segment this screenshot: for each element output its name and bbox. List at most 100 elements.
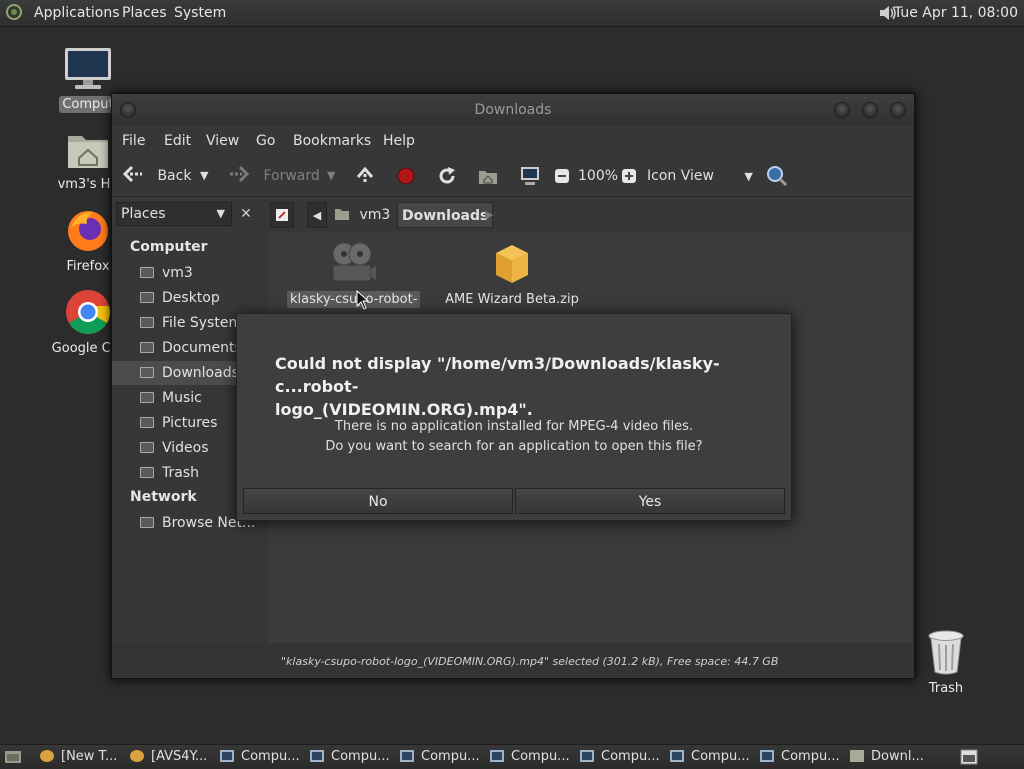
taskbar-item[interactable]: Compu...: [400, 745, 480, 769]
back-button[interactable]: Back: [122, 156, 191, 196]
mouse-cursor-icon: [356, 290, 370, 310]
taskbar-item-label: [New T...: [61, 749, 118, 764]
taskbar-item-label: Compu...: [241, 749, 300, 764]
workspace-switcher-icon[interactable]: [960, 749, 978, 765]
zoom-out-icon[interactable]: [554, 168, 570, 184]
taskbar-item-label: Compu...: [691, 749, 750, 764]
taskbar-item-label: Compu...: [421, 749, 480, 764]
chevron-down-icon: ▼: [744, 170, 753, 183]
sidebar-item-label: Desktop: [162, 290, 220, 306]
no-button[interactable]: No: [243, 488, 513, 514]
back-history-dropdown[interactable]: ▼: [200, 156, 208, 196]
desktop-icon-label: Firefox: [66, 259, 110, 274]
sidebar-item-label: Trash: [162, 465, 199, 481]
folder-icon: [140, 442, 154, 453]
file-name: AME Wizard Beta.zip: [445, 292, 579, 307]
dialog-secondary-line: There is no application installed for MP…: [334, 419, 694, 434]
drive-icon: [140, 317, 154, 328]
search-icon[interactable]: [766, 165, 788, 187]
maximize-button[interactable]: [862, 102, 878, 118]
dialog-secondary-text: There is no application installed for MP…: [237, 417, 791, 457]
file-item-archive[interactable]: AME Wizard Beta.zip: [437, 241, 587, 308]
distro-logo-icon[interactable]: [6, 4, 22, 20]
sidebar-item-vm3[interactable]: vm3: [112, 261, 265, 285]
taskbar-item[interactable]: Downl...: [850, 745, 924, 769]
applications-menu[interactable]: Applications: [34, 0, 120, 26]
crumb-vm3[interactable]: vm3: [334, 202, 390, 228]
sidebar-item-label: File System: [162, 315, 243, 331]
zoom-level[interactable]: 100%: [578, 156, 618, 196]
network-icon: [140, 517, 154, 528]
places-menu[interactable]: Places: [122, 0, 167, 26]
sidebar-item-label: Downloads: [162, 365, 239, 381]
yes-button[interactable]: Yes: [515, 488, 785, 514]
sidebar-item-label: Videos: [162, 440, 209, 456]
forward-history-dropdown[interactable]: ▼: [327, 156, 335, 196]
sidebar-item-desktop[interactable]: Desktop: [112, 286, 265, 310]
taskbar-item[interactable]: Compu...: [490, 745, 570, 769]
stop-icon[interactable]: [396, 166, 416, 186]
taskbar-item-label: Compu...: [511, 749, 570, 764]
archive-icon: [496, 245, 528, 283]
up-arrow-icon[interactable]: [355, 166, 375, 186]
minimize-button[interactable]: [834, 102, 850, 118]
menubar: File Edit View Go Bookmarks Help: [112, 126, 914, 156]
taskbar-item[interactable]: Compu...: [220, 745, 300, 769]
close-button[interactable]: [890, 102, 906, 118]
chevron-down-icon: ▼: [216, 207, 225, 220]
menu-bookmarks[interactable]: Bookmarks: [293, 133, 371, 149]
sidebar-item-label: Pictures: [162, 415, 218, 431]
folder-icon: [140, 392, 154, 403]
reload-icon[interactable]: [437, 166, 457, 186]
clock[interactable]: Tue Apr 11, 08:00: [894, 0, 1018, 26]
taskbar-item-label: Downl...: [871, 749, 924, 764]
menu-file[interactable]: File: [122, 133, 145, 149]
menu-help[interactable]: Help: [383, 133, 415, 149]
menu-view[interactable]: View: [206, 133, 239, 149]
folder-icon: [140, 367, 154, 378]
view-mode-select[interactable]: Icon View ▼: [647, 156, 753, 196]
close-sidebar-icon[interactable]: ✕: [234, 202, 258, 226]
system-menu[interactable]: System: [174, 0, 226, 26]
dialog-primary-text: Could not display "/home/vm3/Downloads/k…: [275, 352, 775, 421]
taskbar-item[interactable]: [AVS4Y...: [130, 745, 207, 769]
crumb-right-arrow[interactable]: ▶: [485, 202, 493, 228]
window-title: Downloads: [474, 102, 552, 118]
menu-go[interactable]: Go: [256, 133, 275, 149]
edit-location-button[interactable]: [270, 202, 294, 228]
computer-icon[interactable]: [519, 166, 541, 186]
top-panel: Applications Places System Tue Apr 11, 0…: [0, 0, 1024, 27]
sidebar-mode-select[interactable]: Places ▼: [116, 202, 232, 226]
taskbar-item[interactable]: Compu...: [580, 745, 660, 769]
home-icon[interactable]: [478, 166, 498, 186]
video-file-icon: [332, 242, 376, 282]
computer-icon: [670, 750, 684, 762]
sidebar-item-label: Documents: [162, 340, 242, 356]
menu-edit[interactable]: Edit: [164, 133, 191, 149]
chrome-icon: [130, 750, 144, 762]
computer-icon: [580, 750, 594, 762]
bottom-panel: [New T... [AVS4Y... Compu... Compu... Co…: [0, 744, 1024, 769]
back-arrow-icon: [122, 165, 142, 183]
crumb-downloads[interactable]: Downloads: [397, 202, 494, 228]
computer-icon: [65, 48, 111, 89]
trash-icon: [140, 467, 154, 478]
forward-label: Forward: [263, 168, 320, 184]
zoom-in-icon[interactable]: [621, 168, 637, 184]
taskbar-item[interactable]: [New T...: [40, 745, 117, 769]
window-titlebar[interactable]: Downloads: [112, 94, 914, 126]
show-desktop-icon[interactable]: [4, 749, 22, 765]
taskbar-item[interactable]: Compu...: [760, 745, 840, 769]
taskbar-item-label: [AVS4Y...: [151, 749, 208, 764]
error-dialog: Could not display "/home/vm3/Downloads/k…: [236, 313, 792, 521]
forward-button[interactable]: Forward: [228, 156, 320, 196]
folder-icon: [140, 417, 154, 428]
crumb-left-arrow[interactable]: ◀: [307, 202, 327, 228]
computer-icon: [490, 750, 504, 762]
file-item-video[interactable]: klasky-csupo-robot-: [287, 241, 421, 308]
status-bar: "klasky-csupo-robot-logo_(VIDEOMIN.ORG).…: [267, 647, 912, 677]
taskbar-item[interactable]: Compu...: [670, 745, 750, 769]
folder-icon: [850, 750, 864, 762]
taskbar-item[interactable]: Compu...: [310, 745, 390, 769]
crumb-label: vm3: [359, 207, 391, 223]
